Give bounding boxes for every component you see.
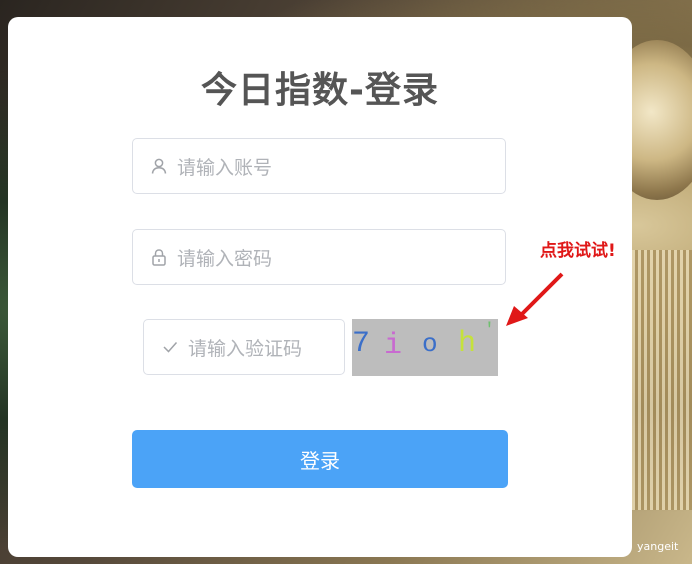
lock-icon [149,247,169,267]
background-coin-stack [632,250,692,510]
captcha-char: ' [484,321,495,341]
password-field[interactable]: 请输入密码 [132,229,506,285]
username-placeholder: 请输入账号 [177,156,273,179]
captcha-char: 7 [352,327,371,361]
captcha-char: h [458,327,477,361]
check-icon [160,337,180,357]
hint-annotation: 点我试试! [540,241,616,261]
captcha-field[interactable]: 请输入验证码 [143,319,345,375]
user-icon [149,156,169,176]
username-field[interactable]: 请输入账号 [132,138,506,194]
page-title: 今日指数-登录 [201,70,439,111]
password-placeholder: 请输入密码 [177,247,273,270]
captcha-char: i [384,329,403,363]
captcha-image[interactable]: 7 i o h ' [352,319,498,376]
arrow-icon [506,272,564,326]
watermark: yangeit [637,540,679,553]
captcha-char: o [422,329,438,359]
login-button[interactable]: 登录 [132,430,508,488]
captcha-placeholder: 请输入验证码 [188,337,303,360]
